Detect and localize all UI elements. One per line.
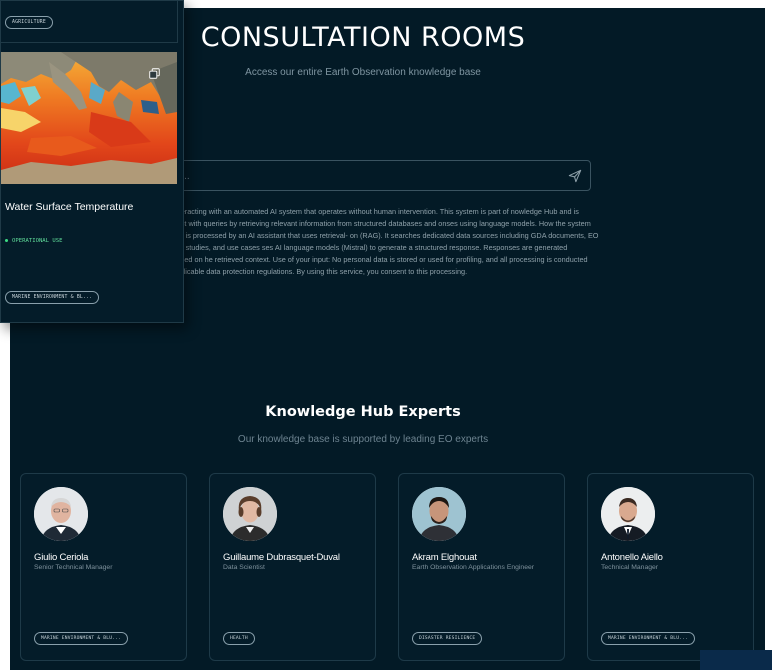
- expert-tag[interactable]: MARINE ENVIRONMENT & BLU...: [601, 632, 696, 645]
- experts-title: Knowledge Hub Experts: [265, 404, 461, 420]
- expert-role: Senior Technical Manager: [34, 564, 113, 571]
- chat-input-box: [160, 160, 591, 192]
- expert-tag[interactable]: MARINE ENVIRONMENT & BLU...: [34, 632, 129, 645]
- avatar: [412, 487, 466, 541]
- dataset-title: Water Surface Temperature: [5, 201, 134, 213]
- dataset-card[interactable]: AGRICULTURE Water Surface Temperature OP…: [0, 0, 184, 323]
- send-icon[interactable]: [568, 169, 582, 183]
- copy-icon[interactable]: [149, 68, 160, 79]
- expert-name: Akram Elghouat: [412, 552, 477, 563]
- status-dot-icon: [5, 239, 8, 242]
- chat-input[interactable]: [171, 161, 565, 192]
- avatar: [223, 487, 277, 541]
- dataset-tag[interactable]: MARINE ENVIRONMENT & BL...: [5, 291, 100, 304]
- status-badge: OPERATIONAL USE: [5, 238, 63, 244]
- expert-tag[interactable]: HEALTH: [223, 632, 255, 645]
- ai-disclaimer: imer: You are interacting with an automa…: [128, 207, 599, 277]
- expert-card[interactable]: Guillaume Dubrasquet-Duval Data Scientis…: [209, 473, 376, 661]
- expert-card[interactable]: Antonello Aiello Technical Manager MARIN…: [587, 473, 754, 661]
- expert-role: Data Scientist: [223, 564, 265, 571]
- expert-role: Earth Observation Applications Engineer: [412, 564, 535, 571]
- expert-name: Guillaume Dubrasquet-Duval: [223, 552, 340, 563]
- page-edge: [700, 650, 772, 670]
- status-label: OPERATIONAL USE: [12, 238, 63, 244]
- experts-subtitle: Our knowledge base is supported by leadi…: [237, 434, 489, 445]
- previous-dataset-card[interactable]: AGRICULTURE: [1, 1, 178, 43]
- expert-name: Giulio Ceriola: [34, 552, 89, 563]
- avatar: [601, 487, 655, 541]
- expert-name: Antonello Aiello: [601, 552, 663, 563]
- expert-card[interactable]: Giulio Ceriola Senior Technical Manager …: [20, 473, 187, 661]
- avatar: [34, 487, 88, 541]
- previous-dataset-tag[interactable]: AGRICULTURE: [5, 16, 53, 29]
- expert-card[interactable]: Akram Elghouat Earth Observation Applica…: [398, 473, 565, 661]
- expert-role: Technical Manager: [601, 564, 659, 571]
- expert-tag[interactable]: DISASTER RESILIENCE: [412, 632, 483, 645]
